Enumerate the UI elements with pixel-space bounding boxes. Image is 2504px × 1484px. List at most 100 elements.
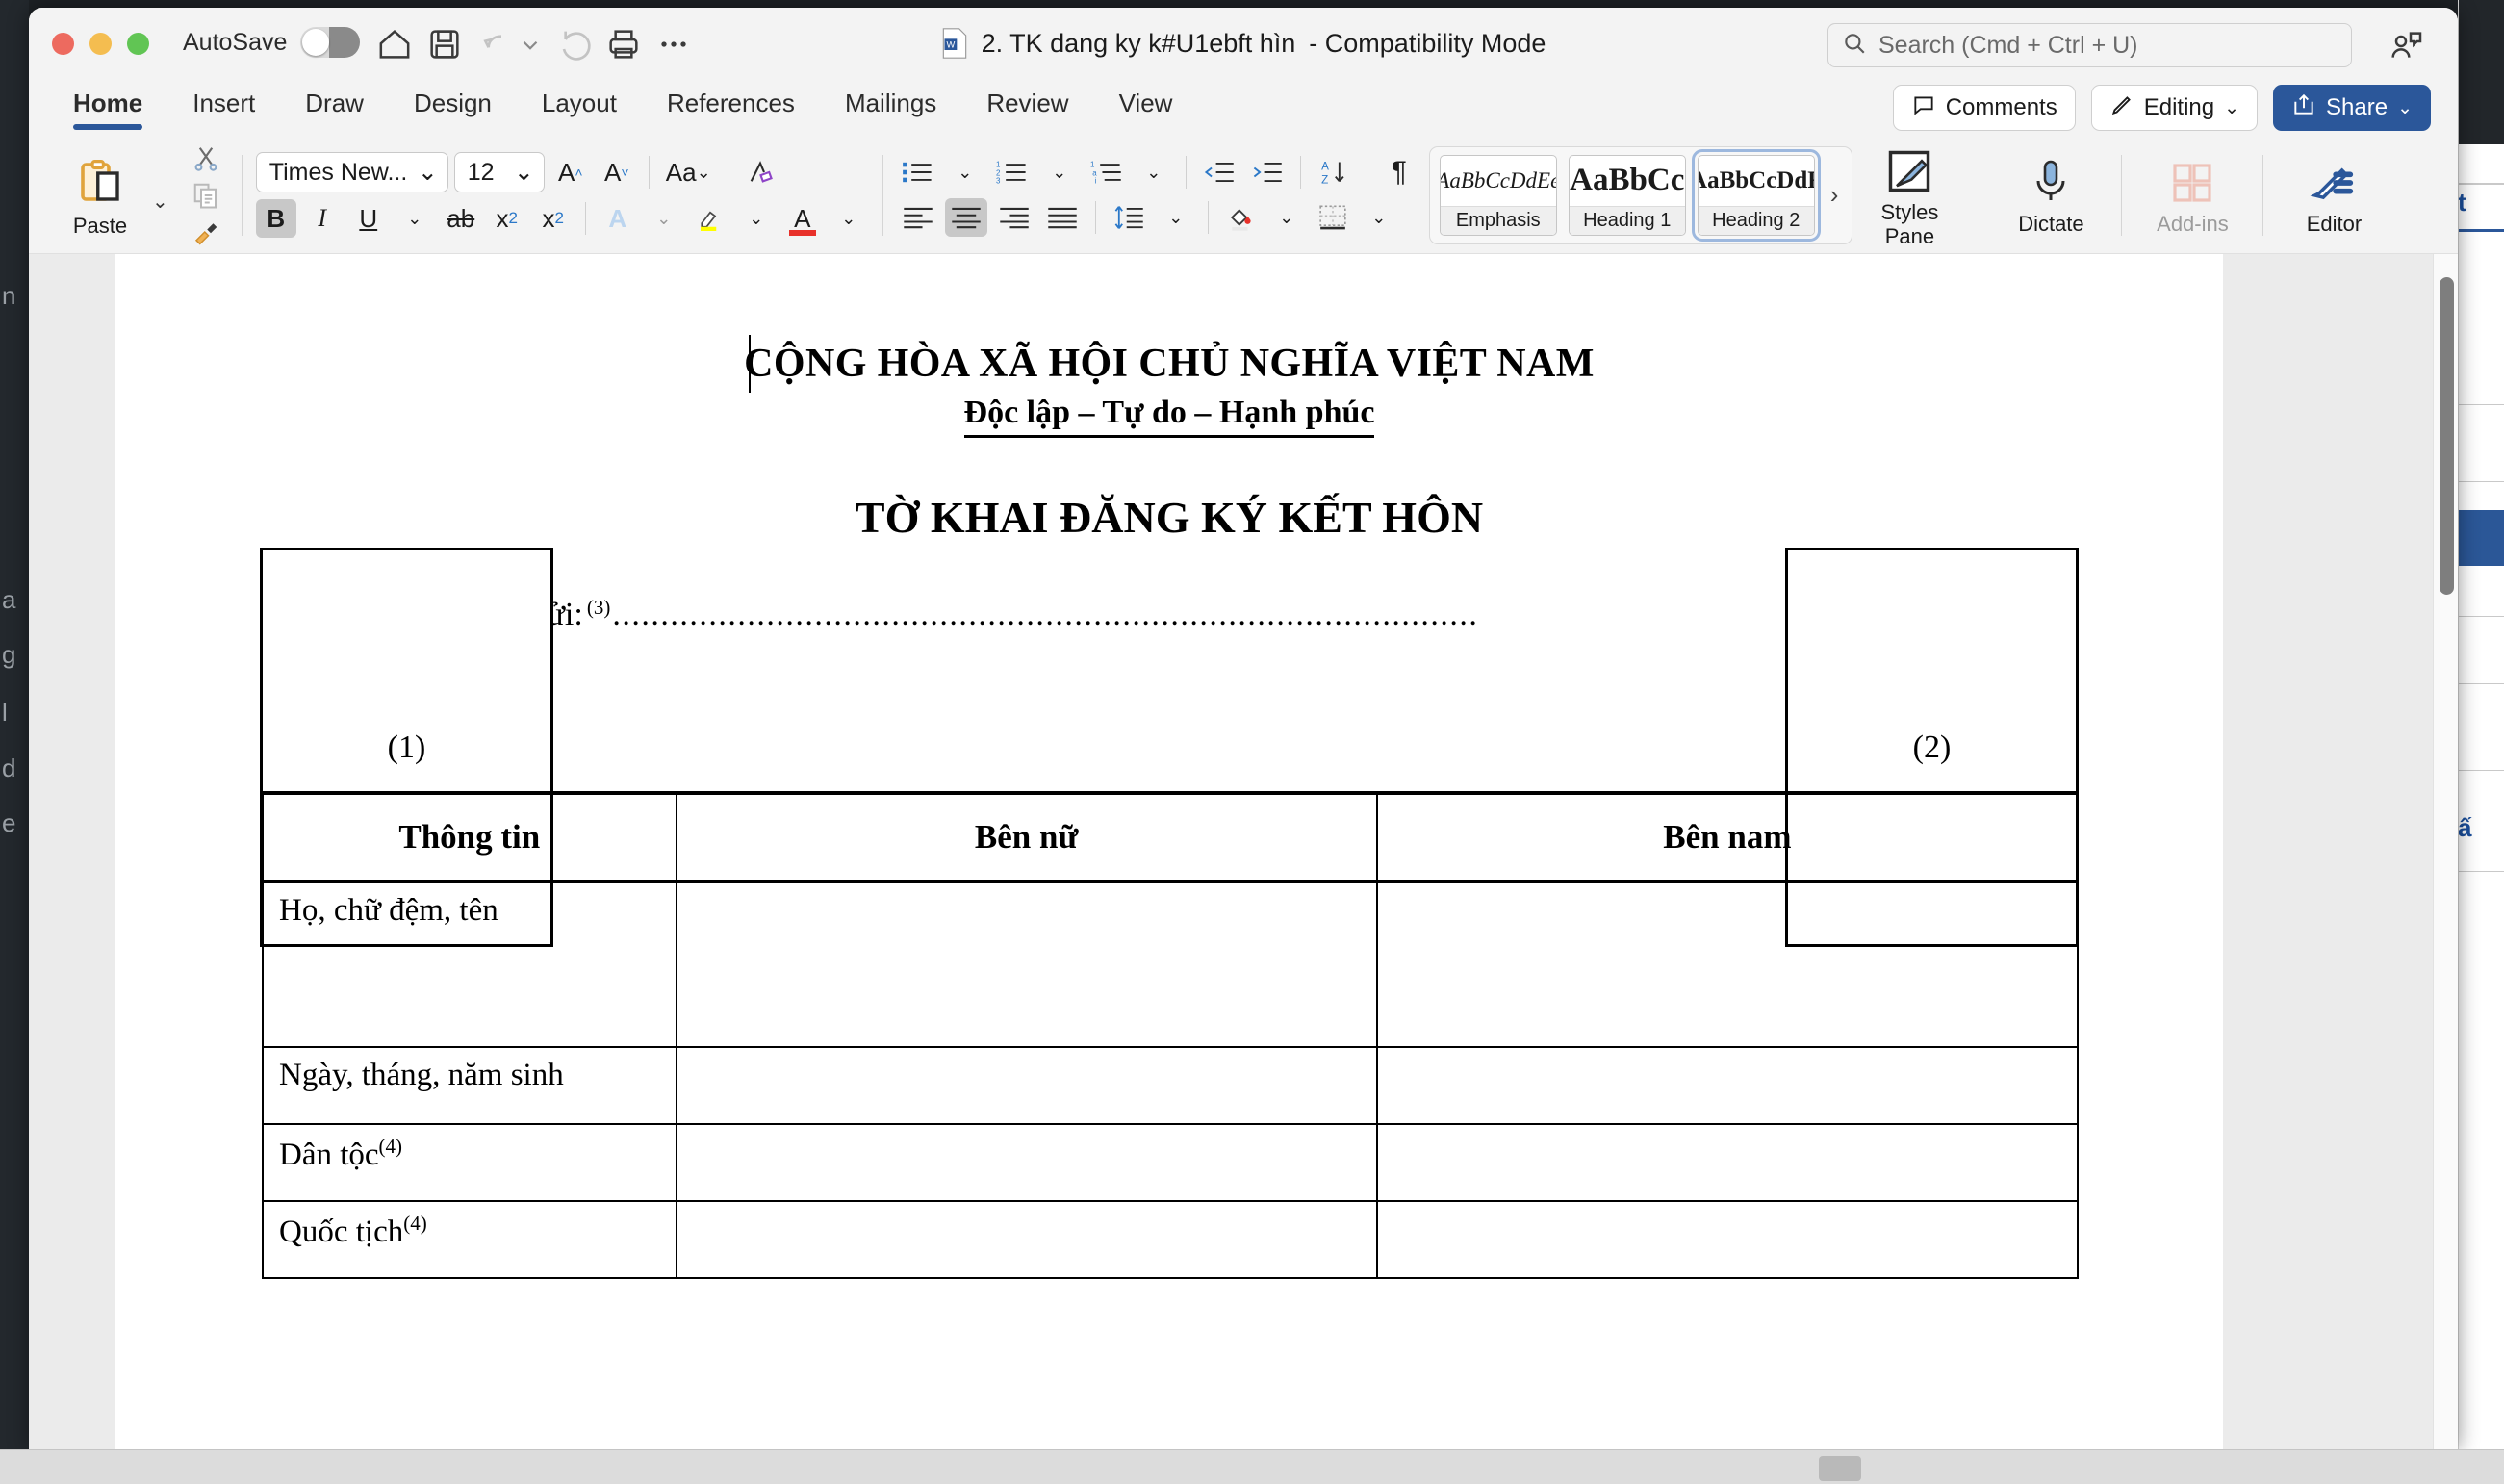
collaborators-icon[interactable]: [2387, 27, 2425, 65]
editor-button[interactable]: Editor: [2277, 153, 2390, 237]
chevron-down-icon: ⌄: [418, 158, 438, 187]
paste-button[interactable]: Paste: [54, 152, 146, 239]
font-color-dropdown-icon[interactable]: ⌄: [829, 199, 869, 238]
document-title-suffix: - Compatibility Mode: [1309, 29, 1546, 59]
document-page[interactable]: CỘNG HÒA XÃ HỘI CHỦ NGHĨA VIỆT NAM Độc l…: [115, 254, 2223, 1449]
dock-item[interactable]: [1819, 1456, 1861, 1481]
dictate-button[interactable]: Dictate: [1994, 153, 2108, 237]
cell-female-ethnicity[interactable]: [677, 1124, 1377, 1201]
numbering-dropdown-icon[interactable]: ⌄: [1039, 153, 1080, 192]
document-canvas[interactable]: CỘNG HÒA XÃ HỘI CHỦ NGHĨA VIỆT NAM Độc l…: [29, 254, 2458, 1449]
line-spacing-dropdown-icon[interactable]: ⌄: [1156, 198, 1196, 237]
styles-pane-button[interactable]: Styles Pane: [1852, 141, 1966, 248]
style-emphasis[interactable]: AaBbCcDdEe Emphasis: [1440, 155, 1557, 236]
shrink-font-icon[interactable]: A˅: [597, 153, 637, 192]
cell-female-full-name[interactable]: [677, 882, 1377, 1047]
cut-icon[interactable]: [184, 141, 228, 176]
svg-text:1: 1: [1090, 160, 1095, 168]
styles-pane-label-line2: Pane: [1885, 224, 1934, 248]
increase-indent-button[interactable]: [1246, 153, 1289, 192]
paste-dropdown-icon[interactable]: ⌄: [152, 190, 168, 214]
italic-button[interactable]: I: [302, 199, 343, 238]
pencil-icon: [2109, 92, 2134, 124]
national-motto: Độc lập – Tự do – Hạnh phúc: [964, 395, 1375, 438]
align-left-button[interactable]: [897, 198, 939, 237]
highlight-dropdown-icon[interactable]: ⌄: [736, 199, 777, 238]
table-row[interactable]: Ngày, tháng, năm sinh: [263, 1047, 2078, 1124]
styles-gallery-next-button[interactable]: ›: [1827, 180, 1843, 210]
tab-references[interactable]: References: [646, 83, 816, 118]
line-spacing-button[interactable]: [1108, 198, 1150, 237]
strikethrough-button[interactable]: ab: [441, 199, 481, 238]
copy-icon[interactable]: [184, 178, 228, 213]
editing-mode-button[interactable]: Editing ⌄: [2091, 85, 2258, 131]
clear-formatting-icon[interactable]: [740, 153, 780, 192]
highlight-color-button[interactable]: [690, 199, 730, 238]
marriage-registration-table: Thông tin Bên nữ Bên nam Họ, chữ đệm, tê…: [262, 791, 2079, 1279]
search-input[interactable]: Search (Cmd + Ctrl + U): [1827, 23, 2352, 67]
multilevel-dropdown-icon[interactable]: ⌄: [1134, 153, 1174, 192]
cell-male-ethnicity[interactable]: [1377, 1124, 2078, 1201]
cell-female-birth-date[interactable]: [677, 1047, 1377, 1124]
font-group: Times New... ⌄ 12 ⌄ A˄ A˅ Aa ⌄ B I: [256, 152, 869, 238]
svg-text:3: 3: [996, 176, 1001, 185]
align-right-button[interactable]: [993, 198, 1035, 237]
chevron-down-icon: ⌄: [2397, 97, 2413, 119]
tab-mailings[interactable]: Mailings: [824, 83, 958, 118]
style-heading-2[interactable]: AaBbCcDdF Heading 2: [1698, 155, 1815, 236]
font-name-combo[interactable]: Times New... ⌄: [256, 152, 448, 192]
share-icon: [2291, 92, 2316, 124]
bullets-dropdown-icon[interactable]: ⌄: [945, 153, 985, 192]
format-painter-icon[interactable]: [184, 215, 228, 249]
style-label: Emphasis: [1441, 206, 1556, 235]
text-effects-button[interactable]: A: [598, 199, 638, 238]
multilevel-list-button[interactable]: 1ai: [1086, 153, 1128, 192]
tab-layout[interactable]: Layout: [521, 83, 638, 118]
underline-button[interactable]: U: [348, 199, 389, 238]
row-label-footnote: (4): [403, 1212, 427, 1235]
tab-insert[interactable]: Insert: [171, 83, 276, 118]
cell-male-nationality[interactable]: [1377, 1201, 2078, 1278]
table-row[interactable]: Dân tộc(4): [263, 1124, 2078, 1201]
font-color-button[interactable]: A: [782, 199, 823, 238]
tab-home[interactable]: Home: [52, 83, 164, 118]
subscript-button[interactable]: x2: [487, 199, 527, 238]
show-formatting-marks-button[interactable]: ¶: [1379, 153, 1419, 192]
ribbon-divider: [2121, 155, 2122, 236]
svg-text:W: W: [946, 40, 955, 50]
table-header-row: Thông tin Bên nữ Bên nam: [263, 793, 2078, 882]
table-row[interactable]: Quốc tịch(4): [263, 1201, 2078, 1278]
shading-dropdown-icon[interactable]: ⌄: [1266, 198, 1307, 237]
tab-design[interactable]: Design: [393, 83, 513, 118]
bold-button[interactable]: B: [256, 199, 296, 238]
tab-draw[interactable]: Draw: [284, 83, 385, 118]
change-case-icon[interactable]: Aa ⌄: [661, 153, 716, 192]
shading-button[interactable]: [1220, 198, 1261, 237]
underline-dropdown-icon[interactable]: ⌄: [395, 199, 435, 238]
align-center-button[interactable]: [945, 198, 987, 237]
bullets-button[interactable]: [897, 153, 939, 192]
cell-female-nationality[interactable]: [677, 1201, 1377, 1278]
superscript-button[interactable]: x2: [533, 199, 574, 238]
style-heading-1[interactable]: AaBbCс Heading 1: [1569, 155, 1686, 236]
decrease-indent-button[interactable]: [1198, 153, 1240, 192]
addins-button[interactable]: Add-ins: [2135, 153, 2249, 237]
cell-male-full-name[interactable]: [1377, 882, 2078, 1047]
dictate-label: Dictate: [1994, 213, 2108, 237]
numbering-button[interactable]: 123: [991, 153, 1034, 192]
sort-button[interactable]: AZ: [1313, 153, 1355, 192]
tab-review[interactable]: Review: [965, 83, 1089, 118]
vertical-scrollbar-thumb[interactable]: [2440, 277, 2454, 595]
borders-button[interactable]: [1313, 198, 1353, 237]
text-effects-dropdown-icon[interactable]: ⌄: [644, 199, 684, 238]
comments-button[interactable]: Comments: [1893, 85, 2076, 131]
vertical-scrollbar[interactable]: [2433, 254, 2458, 1449]
cell-male-birth-date[interactable]: [1377, 1047, 2078, 1124]
borders-dropdown-icon[interactable]: ⌄: [1359, 198, 1399, 237]
table-row[interactable]: Họ, chữ đệm, tên: [263, 882, 2078, 1047]
tab-view[interactable]: View: [1098, 83, 1194, 118]
font-size-combo[interactable]: 12 ⌄: [454, 152, 545, 192]
grow-font-icon[interactable]: A˄: [550, 153, 591, 192]
justify-button[interactable]: [1041, 198, 1084, 237]
share-button[interactable]: Share ⌄: [2273, 85, 2431, 131]
